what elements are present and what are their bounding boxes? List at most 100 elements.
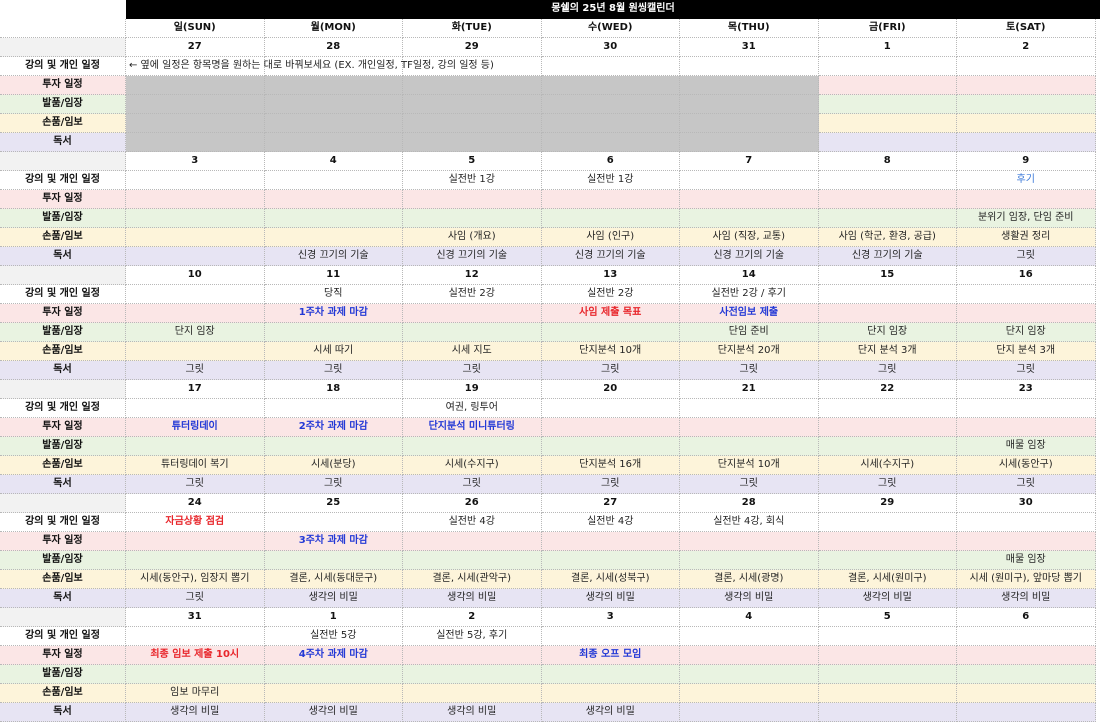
schedule-cell[interactable]: 그릿	[541, 361, 680, 380]
schedule-cell[interactable]	[818, 57, 957, 76]
row-label[interactable]: 손품/임보	[0, 684, 126, 703]
schedule-cell[interactable]	[403, 133, 542, 152]
schedule-cell[interactable]	[126, 665, 265, 684]
weekday-header-3[interactable]: 수(WED)	[541, 19, 680, 38]
schedule-cell[interactable]: 그릿	[818, 475, 957, 494]
schedule-cell[interactable]: 그릿	[403, 361, 542, 380]
schedule-cell[interactable]: 튜터링데이	[126, 418, 265, 437]
schedule-cell[interactable]	[126, 190, 265, 209]
weekday-header-6[interactable]: 토(SAT)	[957, 19, 1096, 38]
schedule-cell[interactable]: 사임 (학군, 환경, 공급)	[818, 228, 957, 247]
row-label[interactable]: 독서	[0, 589, 126, 608]
date-cell[interactable]: 2	[403, 608, 542, 627]
date-cell[interactable]: 12	[403, 266, 542, 285]
schedule-cell[interactable]	[680, 665, 819, 684]
schedule-cell[interactable]	[403, 209, 542, 228]
schedule-cell[interactable]: 생각의 비밀	[403, 589, 542, 608]
schedule-cell[interactable]	[818, 304, 957, 323]
schedule-cell[interactable]	[957, 304, 1096, 323]
schedule-cell[interactable]: 3주차 과제 마감	[264, 532, 403, 551]
schedule-cell[interactable]	[403, 665, 542, 684]
schedule-cell[interactable]: 생각의 비밀	[818, 589, 957, 608]
schedule-cell[interactable]	[403, 304, 542, 323]
schedule-cell[interactable]: 실전반 4강, 회식	[680, 513, 819, 532]
schedule-cell[interactable]: 시세(동안구)	[957, 456, 1096, 475]
schedule-cell[interactable]: 사임 제출 목표	[541, 304, 680, 323]
schedule-cell[interactable]: 시세 따기	[264, 342, 403, 361]
schedule-cell[interactable]	[126, 228, 265, 247]
date-cell[interactable]: 28	[264, 38, 403, 57]
row-label[interactable]: 투자 일정	[0, 76, 126, 95]
schedule-cell[interactable]	[264, 513, 403, 532]
row-label[interactable]: 독서	[0, 361, 126, 380]
schedule-cell[interactable]	[957, 114, 1096, 133]
schedule-cell[interactable]	[126, 532, 265, 551]
schedule-cell[interactable]: 단지 분석 3개	[957, 342, 1096, 361]
schedule-cell[interactable]: 실전반 1강	[403, 171, 542, 190]
schedule-cell[interactable]	[541, 418, 680, 437]
schedule-cell[interactable]	[957, 703, 1096, 722]
date-cell[interactable]: 27	[126, 38, 265, 57]
date-cell[interactable]: 6	[957, 608, 1096, 627]
schedule-cell[interactable]	[264, 399, 403, 418]
schedule-cell[interactable]: 실전반 2강 / 후기	[680, 285, 819, 304]
schedule-cell[interactable]	[126, 247, 265, 266]
week-4-date-corner[interactable]	[0, 494, 126, 513]
schedule-cell[interactable]: 단지분석 20개	[680, 342, 819, 361]
date-cell[interactable]: 29	[403, 38, 542, 57]
schedule-cell[interactable]	[264, 76, 403, 95]
schedule-cell[interactable]: 2주차 과제 마감	[264, 418, 403, 437]
schedule-cell[interactable]: 시세(수지구)	[403, 456, 542, 475]
schedule-cell[interactable]	[957, 627, 1096, 646]
row-label[interactable]: 독서	[0, 475, 126, 494]
schedule-cell[interactable]	[126, 627, 265, 646]
schedule-cell[interactable]: 신경 끄기의 기술	[264, 247, 403, 266]
row-label[interactable]: 발품/임장	[0, 209, 126, 228]
schedule-cell[interactable]	[680, 171, 819, 190]
schedule-cell[interactable]: 당직	[264, 285, 403, 304]
weekday-header-0[interactable]: 일(SUN)	[126, 19, 265, 38]
schedule-cell[interactable]: 매물 임장	[957, 551, 1096, 570]
row-label[interactable]: 강의 및 개인 일정	[0, 513, 126, 532]
schedule-cell[interactable]	[680, 532, 819, 551]
schedule-cell[interactable]	[264, 323, 403, 342]
date-cell[interactable]: 11	[264, 266, 403, 285]
week-3-date-corner[interactable]	[0, 380, 126, 399]
schedule-cell[interactable]: 그릿	[680, 475, 819, 494]
schedule-cell[interactable]	[818, 418, 957, 437]
date-cell[interactable]: 21	[680, 380, 819, 399]
schedule-cell[interactable]	[957, 418, 1096, 437]
row-label[interactable]: 발품/임장	[0, 95, 126, 114]
schedule-cell[interactable]: 시세(동안구), 임장지 뽑기	[126, 570, 265, 589]
date-cell[interactable]: 26	[403, 494, 542, 513]
date-cell[interactable]: 2	[957, 38, 1096, 57]
date-cell[interactable]: 7	[680, 152, 819, 171]
schedule-cell[interactable]	[126, 76, 265, 95]
schedule-cell[interactable]: 단지 임장	[126, 323, 265, 342]
row-label[interactable]: 독서	[0, 133, 126, 152]
schedule-cell[interactable]: 여권, 링투어	[403, 399, 542, 418]
schedule-cell[interactable]	[680, 190, 819, 209]
schedule-cell[interactable]	[541, 323, 680, 342]
schedule-cell[interactable]	[818, 171, 957, 190]
schedule-cell[interactable]: 신경 끄기의 기술	[680, 247, 819, 266]
schedule-cell[interactable]: 사임 (직장, 교통)	[680, 228, 819, 247]
row-label[interactable]: 발품/임장	[0, 323, 126, 342]
calendar-title[interactable]: 몽쉘의 25년 8월 원씽캘린더	[126, 0, 1100, 19]
row-label[interactable]: 발품/임장	[0, 551, 126, 570]
row-label[interactable]: 손품/임보	[0, 456, 126, 475]
weekday-header-corner[interactable]	[0, 19, 126, 38]
schedule-cell[interactable]: 실전반 1강	[541, 171, 680, 190]
schedule-cell[interactable]	[126, 209, 265, 228]
schedule-cell[interactable]: 단지 분석 3개	[818, 342, 957, 361]
schedule-cell[interactable]	[957, 532, 1096, 551]
schedule-cell[interactable]	[541, 76, 680, 95]
schedule-cell[interactable]	[403, 532, 542, 551]
date-cell[interactable]: 30	[541, 38, 680, 57]
schedule-cell[interactable]: 그릿	[957, 475, 1096, 494]
schedule-cell[interactable]: 실전반 2강	[403, 285, 542, 304]
schedule-cell[interactable]	[403, 437, 542, 456]
schedule-cell[interactable]: 튜터링데이 복기	[126, 456, 265, 475]
date-cell[interactable]: 9	[957, 152, 1096, 171]
schedule-cell[interactable]	[818, 684, 957, 703]
